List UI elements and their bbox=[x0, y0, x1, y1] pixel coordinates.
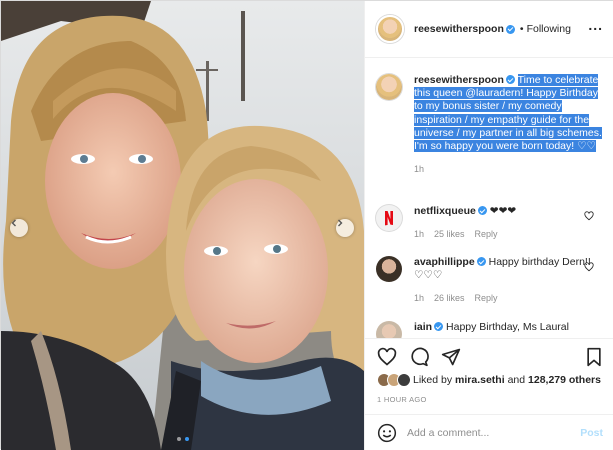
add-comment-input[interactable]: Add a comment... bbox=[407, 427, 580, 439]
comment-username[interactable]: iain bbox=[414, 321, 432, 333]
author-avatar[interactable] bbox=[376, 15, 404, 43]
caption-time: 1h bbox=[414, 164, 425, 175]
likes-summary: Liked by mira.sethi and 128,279 others bbox=[377, 373, 601, 387]
verified-badge-icon bbox=[505, 24, 515, 34]
author-username[interactable]: reesewitherspoon bbox=[414, 23, 504, 35]
carousel-dot-active bbox=[185, 437, 189, 441]
share-paper-plane-icon[interactable] bbox=[441, 347, 461, 367]
previous-slide-button[interactable] bbox=[10, 219, 28, 237]
post-side-panel: reesewitherspoon • Following ... reesewi… bbox=[364, 1, 613, 450]
netflix-avatar[interactable] bbox=[376, 205, 402, 231]
post-header: reesewitherspoon • Following ... bbox=[365, 1, 613, 58]
reply-button[interactable]: Reply bbox=[475, 292, 498, 305]
caption-body: reesewitherspoon Time to celebrate this … bbox=[414, 74, 604, 176]
liked-by-user[interactable]: mira.sethi bbox=[455, 374, 505, 386]
caption-meta: 1h bbox=[414, 163, 604, 176]
comment-body: avaphillippe Happy birthday Dern!! ♡♡♡ 1… bbox=[414, 256, 604, 306]
liker-avatars bbox=[377, 373, 411, 387]
emoji-smiley-icon[interactable] bbox=[377, 423, 397, 443]
selfie-image bbox=[1, 1, 364, 450]
verified-badge-icon bbox=[477, 206, 487, 215]
post-photo[interactable] bbox=[1, 1, 364, 450]
comment-meta: 1h 26 likes Reply bbox=[414, 292, 604, 305]
comment-time: 1h bbox=[414, 293, 425, 304]
heart-outline-icon[interactable] bbox=[584, 211, 594, 221]
comment-text: ❤❤❤ bbox=[489, 205, 517, 217]
comment-time: 1h bbox=[414, 229, 425, 240]
add-comment-bar: Add a comment... Post bbox=[365, 414, 613, 450]
separator-dot: • bbox=[519, 23, 524, 35]
verified-badge-icon bbox=[434, 322, 444, 331]
comment-meta: 1h 25 likes Reply bbox=[414, 228, 604, 241]
post-timestamp[interactable]: 1 HOUR AGO bbox=[377, 395, 427, 404]
next-slide-button[interactable] bbox=[336, 219, 354, 237]
verified-badge-icon bbox=[476, 257, 486, 266]
following-button[interactable]: Following bbox=[527, 23, 571, 35]
commenter-avatar[interactable] bbox=[376, 321, 402, 338]
liked-by-and: and bbox=[507, 374, 526, 386]
comment-text: Happy Birthday, Ms Laural bbox=[446, 321, 569, 333]
comment-username[interactable]: avaphillippe bbox=[414, 256, 475, 268]
comment-username[interactable]: netflixqueue bbox=[414, 205, 476, 217]
post-comment-button[interactable]: Post bbox=[580, 427, 603, 439]
caption-username[interactable]: reesewitherspoon bbox=[414, 74, 504, 86]
liker-avatar bbox=[397, 373, 411, 387]
comment-body: netflixqueue ❤❤❤ 1h 25 likes Reply bbox=[414, 205, 604, 241]
verified-badge-icon bbox=[505, 75, 515, 84]
reply-button[interactable]: Reply bbox=[475, 228, 498, 241]
carousel-dot bbox=[177, 437, 181, 441]
instagram-post: reesewitherspoon • Following ... reesewi… bbox=[0, 0, 613, 450]
chevron-left-icon bbox=[11, 219, 16, 227]
caption-author-avatar[interactable] bbox=[376, 74, 402, 100]
comment-likes[interactable]: 26 likes bbox=[434, 292, 465, 305]
chevron-right-icon bbox=[338, 219, 343, 227]
more-options-icon[interactable]: ... bbox=[588, 17, 603, 33]
liked-by-count[interactable]: 128,279 others bbox=[528, 374, 601, 386]
action-icons bbox=[377, 347, 461, 367]
netflix-logo-icon bbox=[385, 211, 393, 226]
carousel-indicator bbox=[177, 437, 189, 441]
liked-by-prefix: Liked by bbox=[413, 374, 453, 386]
comment-bubble-icon[interactable] bbox=[409, 347, 429, 367]
heart-outline-icon[interactable] bbox=[584, 262, 594, 272]
bookmark-icon[interactable] bbox=[585, 347, 603, 367]
post-actions: Liked by mira.sethi and 128,279 others 1… bbox=[365, 338, 613, 418]
commenter-avatar[interactable] bbox=[376, 256, 402, 282]
like-heart-icon[interactable] bbox=[377, 347, 397, 367]
comments-list[interactable]: reesewitherspoon Time to celebrate this … bbox=[365, 58, 613, 338]
comment-body: iain Happy Birthday, Ms Laural bbox=[414, 321, 604, 334]
comment-likes[interactable]: 25 likes bbox=[434, 228, 465, 241]
